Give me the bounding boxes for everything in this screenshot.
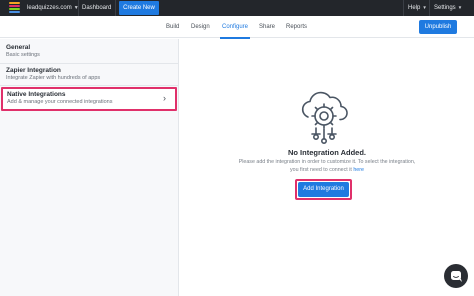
sidebar-item-zapier[interactable]: Zapier Integration Integrate Zapier with…: [0, 64, 179, 86]
help-menu[interactable]: Help ▼: [408, 0, 427, 16]
divider: [78, 0, 79, 16]
sidebar-item-native-integrations[interactable]: Native Integrations Add & manage your co…: [1, 87, 177, 111]
sidebar-item-title: Native Integrations: [7, 91, 66, 98]
chat-bubble-icon: [451, 271, 462, 282]
sidebar-item-title: Zapier Integration: [6, 67, 61, 74]
dashboard-link[interactable]: Dashboard: [82, 0, 111, 16]
chevron-down-icon: ▼: [457, 5, 463, 10]
tab-build[interactable]: Build: [166, 16, 179, 38]
empty-state-description: Please add the integration in order to c…: [180, 158, 474, 174]
help-label: Help: [408, 5, 421, 11]
tab-configure[interactable]: Configure: [219, 16, 251, 39]
settings-menu[interactable]: Settings ▼: [434, 0, 462, 16]
empty-state-text: you first need to connect it: [290, 167, 354, 173]
create-new-button[interactable]: Create New: [119, 1, 159, 15]
empty-state-title: No Integration Added.: [287, 148, 367, 157]
app-logo-icon[interactable]: [9, 2, 20, 14]
chevron-right-icon: ›: [163, 93, 166, 103]
cloud-gear-illustration-icon: [301, 91, 348, 144]
connect-here-link[interactable]: here: [353, 167, 364, 173]
sidebar-item-subtitle: Integrate Zapier with hundreds of apps: [6, 75, 101, 81]
divider: [115, 0, 116, 16]
sidebar-item-subtitle: Basic settings: [6, 52, 40, 58]
chevron-down-icon: ▼: [422, 5, 427, 10]
sidebar-item-subtitle: Add & manage your connected integrations: [7, 99, 113, 105]
empty-state-line: you first need to connect it here: [180, 166, 474, 174]
account-name: leadquizzes.com: [27, 5, 72, 11]
tab-reports[interactable]: Reports: [286, 16, 307, 38]
account-switcher[interactable]: leadquizzes.com ▼: [27, 0, 79, 16]
chat-widget-button[interactable]: [444, 264, 468, 288]
empty-state-line: Please add the integration in order to c…: [238, 159, 416, 165]
tab-bar: Build Design Configure Share Reports: [0, 16, 474, 39]
top-nav-bar: leadquizzes.com ▼ Dashboard Create New He…: [0, 0, 474, 16]
add-integration-highlight: Add Integration: [295, 179, 352, 200]
settings-label: Settings: [434, 5, 456, 11]
divider: [403, 0, 404, 16]
sidebar-item-general[interactable]: General Basic settings: [0, 39, 179, 64]
divider: [429, 0, 430, 16]
tab-design[interactable]: Design: [191, 16, 210, 38]
add-integration-button[interactable]: Add Integration: [298, 182, 349, 197]
unpublish-button[interactable]: Unpublish: [419, 20, 457, 34]
sidebar-item-title: General: [6, 44, 31, 51]
tab-share[interactable]: Share: [259, 16, 275, 38]
